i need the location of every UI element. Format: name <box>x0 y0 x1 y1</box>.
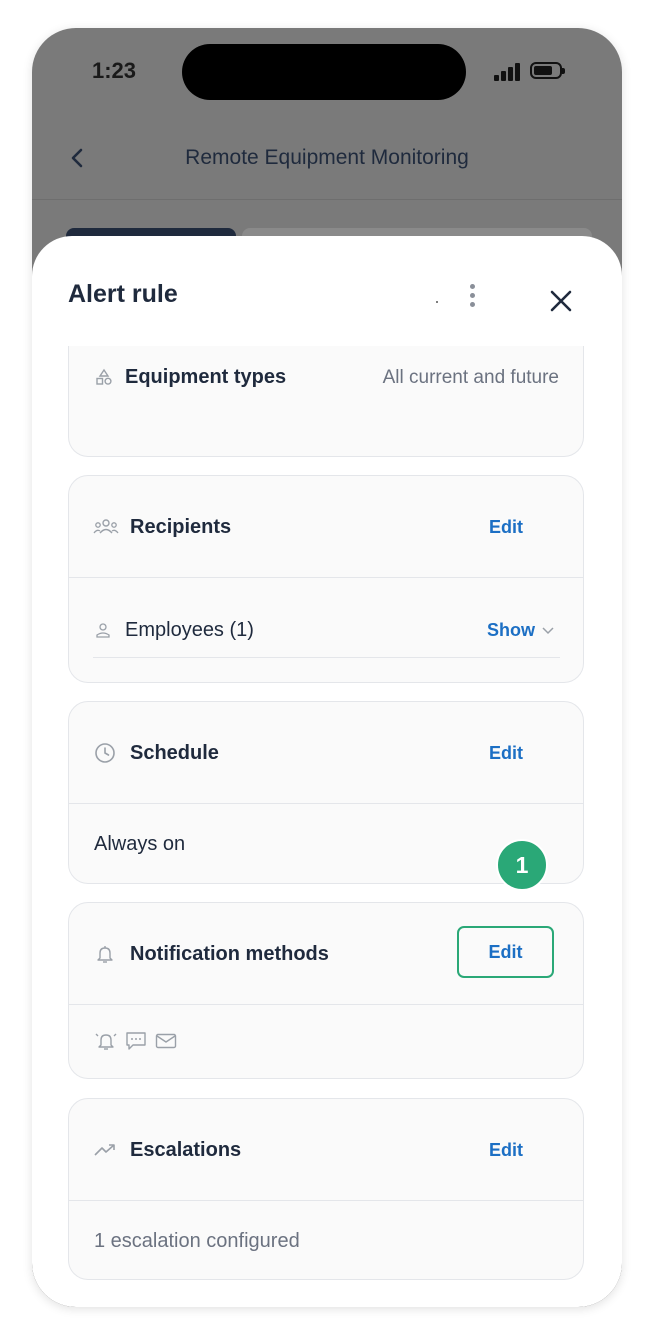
notification-methods-label: Notification methods <box>130 943 329 965</box>
alert-rule-sheet: Alert rule Equipment types All current a… <box>32 236 622 1307</box>
clock-icon <box>95 743 115 763</box>
dot-marker <box>436 301 438 303</box>
group-icon <box>93 519 119 534</box>
schedule-value: Always on <box>94 833 186 855</box>
phone-frame: 1:23 Remote Equipment Monitoring Alert r… <box>32 28 622 1307</box>
schedule-label: Schedule <box>130 742 219 764</box>
person-icon <box>96 623 110 638</box>
close-icon[interactable] <box>546 286 576 316</box>
chevron-down-icon[interactable] <box>542 625 554 635</box>
recipients-card: Recipients Edit Employees (1) Show <box>68 475 584 683</box>
recipients-edit-button[interactable]: Edit <box>489 517 523 538</box>
signal-icon <box>494 63 524 81</box>
equipment-types-card: Equipment types All current and future <box>68 346 584 457</box>
email-icon <box>155 1033 177 1049</box>
status-time: 1:23 <box>92 58 137 83</box>
trending-up-icon <box>94 1144 115 1156</box>
schedule-divider <box>69 803 583 804</box>
chat-message-icon <box>126 1032 146 1050</box>
escalations-card: Escalations Edit 1 escalation configured <box>68 1098 584 1280</box>
nav-title: Remote Equipment Monitoring <box>185 146 469 169</box>
equipment-types-value: All current and future <box>382 367 559 388</box>
escalations-value: 1 escalation configured <box>94 1230 300 1252</box>
sheet-title: Alert rule <box>68 280 178 308</box>
show-employees-button[interactable]: Show <box>487 620 535 641</box>
header-divider <box>32 199 622 200</box>
more-options-icon[interactable] <box>462 282 482 310</box>
recipients-divider <box>69 577 583 578</box>
escalations-edit-button[interactable]: Edit <box>489 1140 523 1161</box>
employees-underline <box>93 657 560 658</box>
shapes-icon <box>96 368 112 385</box>
schedule-edit-button[interactable]: Edit <box>489 743 523 764</box>
employees-label: Employees (1) <box>125 619 254 641</box>
escalations-label: Escalations <box>130 1139 242 1161</box>
dynamic-island <box>182 44 466 100</box>
recipients-label: Recipients <box>130 516 232 538</box>
notification-methods-card: Notification methods Edit <box>68 902 584 1079</box>
alarm-bell-icon <box>95 1033 117 1050</box>
equipment-types-label: Equipment types <box>125 366 287 388</box>
notification-divider <box>69 1004 583 1005</box>
bell-icon <box>97 946 113 963</box>
notification-methods-edit-button[interactable]: Edit <box>457 926 554 978</box>
annotation-badge: 1 <box>496 839 548 891</box>
notification-methods-edit-label: Edit <box>488 942 523 962</box>
escalations-divider <box>69 1200 583 1201</box>
battery-icon <box>530 62 565 79</box>
